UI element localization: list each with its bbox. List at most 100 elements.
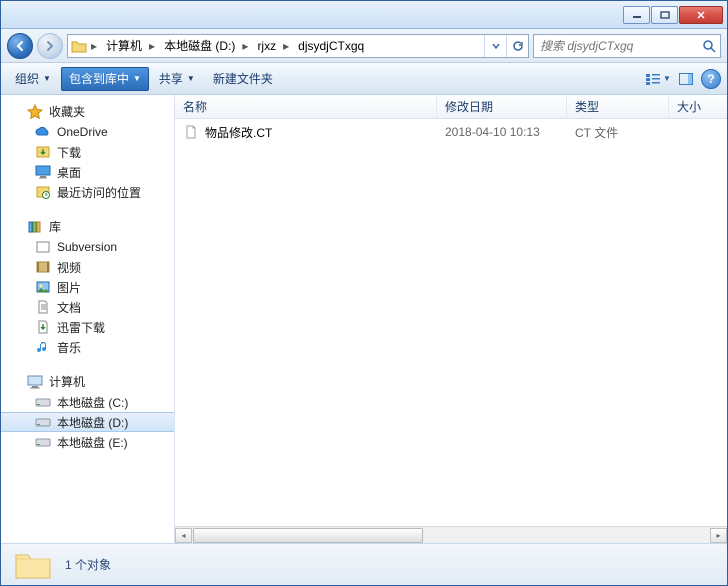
search-input[interactable] [538,38,702,54]
breadcrumb-seg[interactable]: djsydjCTxgq [292,35,368,57]
sidebar-group-favorites: 收藏夹 OneDrive 下载 桌面 最近访问的位置 [1,101,174,202]
sidebar-item-label: Subversion [57,240,117,254]
breadcrumb-seg[interactable]: rjxz [251,35,280,57]
file-name: 物品修改.CT [205,124,272,141]
sidebar-item-drive-d[interactable]: 本地磁盘 (D:) [1,412,174,432]
folder-icon [13,548,53,582]
status-bar: 1 个对象 [1,543,727,585]
sidebar-item-label: 迅雷下载 [57,319,105,336]
sidebar-item-pictures[interactable]: 图片 [1,277,174,297]
organize-label: 组织 [15,70,39,87]
content-area: 名称 修改日期 类型 大小 物品修改.CT 2018-04-10 10:13 C… [175,95,727,543]
nav-forward-button[interactable] [37,33,63,59]
column-type[interactable]: 类型 [567,95,669,118]
search-box[interactable] [533,34,721,58]
folder-icon [35,239,51,255]
drive-icon [35,414,51,430]
sidebar-item-label: 视频 [57,259,81,276]
expand-icon[interactable] [11,107,21,117]
download-icon [35,319,51,335]
star-icon [27,104,43,120]
scroll-thumb[interactable] [193,528,423,543]
horizontal-scrollbar[interactable]: ◂ ▸ [175,526,727,543]
video-icon [35,259,51,275]
sidebar-item-label: 本地磁盘 (E:) [57,434,128,451]
include-label: 包含到库中 [69,70,129,87]
new-folder-label: 新建文件夹 [213,70,273,87]
scroll-right-button[interactable]: ▸ [710,528,727,543]
sidebar-item-documents[interactable]: 文档 [1,297,174,317]
sidebar-item-recent[interactable]: 最近访问的位置 [1,182,174,202]
column-headers: 名称 修改日期 类型 大小 [175,95,727,119]
chevron-right-icon[interactable]: ▸ [280,39,292,53]
close-button[interactable] [679,6,723,24]
file-list[interactable]: 物品修改.CT 2018-04-10 10:13 CT 文件 [175,119,727,526]
desktop-icon [35,164,51,180]
table-row[interactable]: 物品修改.CT 2018-04-10 10:13 CT 文件 [175,119,727,141]
chevron-down-icon: ▼ [663,74,671,83]
search-icon[interactable] [702,39,716,53]
nav-back-button[interactable] [7,33,33,59]
music-icon [35,339,51,355]
breadcrumb-dropdown-button[interactable] [484,35,506,57]
toolbar: 组织 ▼ 包含到库中 ▼ 共享 ▼ 新建文件夹 ▼ ? [1,63,727,95]
document-icon [35,299,51,315]
sidebar-item-label: 最近访问的位置 [57,184,141,201]
sidebar-item-drive-c[interactable]: 本地磁盘 (C:) [1,392,174,412]
picture-icon [35,279,51,295]
sidebar-item-downloads[interactable]: 下载 [1,142,174,162]
column-date[interactable]: 修改日期 [437,95,567,118]
maximize-button[interactable] [651,6,678,24]
chevron-right-icon[interactable]: ▸ [239,39,251,53]
new-folder-button[interactable]: 新建文件夹 [205,67,281,91]
sidebar-head-favorites[interactable]: 收藏夹 [1,101,174,122]
drive-icon [35,394,51,410]
sidebar-item-videos[interactable]: 视频 [1,257,174,277]
refresh-button[interactable] [506,35,528,57]
sidebar-group-computer: 计算机 本地磁盘 (C:) 本地磁盘 (D:) 本地磁盘 (E:) [1,371,174,452]
view-options-button[interactable]: ▼ [645,67,671,91]
favorites-label: 收藏夹 [49,103,85,120]
chevron-right-icon[interactable]: ▸ [88,39,100,53]
chevron-down-icon: ▼ [133,74,141,83]
titlebar [1,1,727,29]
minimize-button[interactable] [623,6,650,24]
chevron-right-icon[interactable]: ▸ [146,39,158,53]
sidebar-head-computer[interactable]: 计算机 [1,371,174,392]
column-name[interactable]: 名称 [175,95,437,118]
scroll-left-button[interactable]: ◂ [175,528,192,543]
share-button[interactable]: 共享 ▼ [151,67,203,91]
breadcrumb[interactable]: ▸ 计算机 ▸ 本地磁盘 (D:) ▸ rjxz ▸ djsydjCTxgq [67,34,529,58]
expand-icon[interactable] [11,222,21,232]
sidebar-item-drive-e[interactable]: 本地磁盘 (E:) [1,432,174,452]
organize-button[interactable]: 组织 ▼ [7,67,59,91]
include-in-library-button[interactable]: 包含到库中 ▼ [61,67,149,91]
cloud-icon [35,124,51,140]
sidebar-item-onedrive[interactable]: OneDrive [1,122,174,142]
breadcrumb-seg[interactable]: 计算机 [100,35,146,57]
sidebar-item-label: OneDrive [57,125,108,139]
preview-pane-button[interactable] [673,67,699,91]
file-name-cell[interactable]: 物品修改.CT [175,124,437,141]
sidebar-item-label: 音乐 [57,339,81,356]
file-type: CT 文件 [567,124,669,141]
sidebar-item-label: 下载 [57,144,81,161]
share-label: 共享 [159,70,183,87]
sidebar[interactable]: 收藏夹 OneDrive 下载 桌面 最近访问的位置 [1,95,175,543]
sidebar-head-libraries[interactable]: 库 [1,216,174,237]
sidebar-item-thunder[interactable]: 迅雷下载 [1,317,174,337]
libraries-label: 库 [49,218,61,235]
help-button[interactable]: ? [701,69,721,89]
sidebar-item-label: 桌面 [57,164,81,181]
sidebar-item-desktop[interactable]: 桌面 [1,162,174,182]
column-size[interactable]: 大小 [669,95,727,118]
breadcrumb-seg[interactable]: 本地磁盘 (D:) [158,35,239,57]
sidebar-item-music[interactable]: 音乐 [1,337,174,357]
sidebar-item-label: 文档 [57,299,81,316]
library-icon [27,219,43,235]
sidebar-item-label: 本地磁盘 (C:) [57,394,128,411]
file-icon [183,124,199,140]
recent-icon [35,184,51,200]
expand-icon[interactable] [11,377,21,387]
sidebar-item-subversion[interactable]: Subversion [1,237,174,257]
